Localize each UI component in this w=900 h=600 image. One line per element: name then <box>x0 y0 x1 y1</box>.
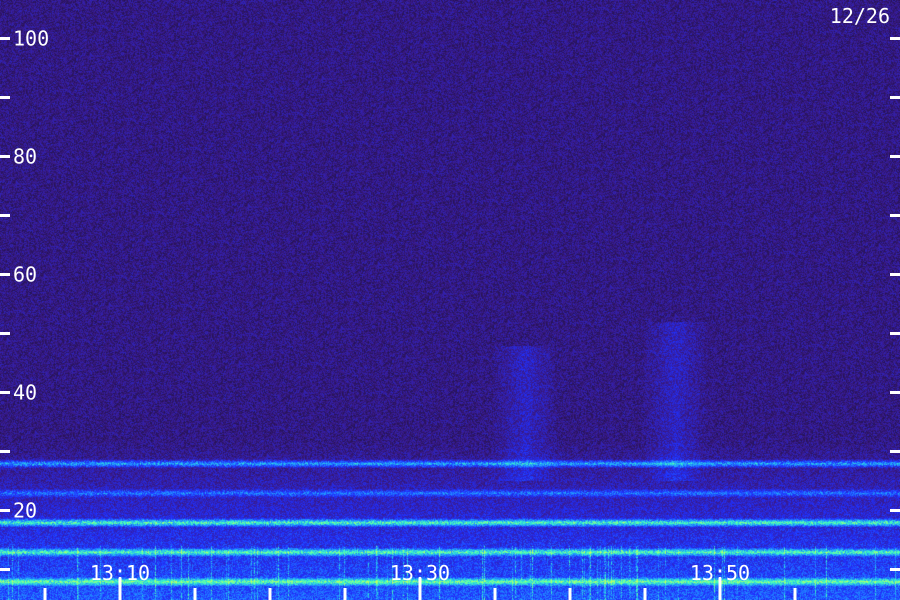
y-tick-label: 80 <box>13 145 37 169</box>
x-tick-label: 13:10 <box>90 561 150 585</box>
x-tick-label: 13:30 <box>390 561 450 585</box>
date-label: 12/26 <box>830 4 890 28</box>
spectrogram-chart: 12/26 100 80 60 40 20 13:10 13:30 13:50 <box>0 0 900 600</box>
y-tick-label: 100 <box>13 27 49 51</box>
y-axis: 100 80 60 40 20 <box>0 27 900 571</box>
y-tick-label: 40 <box>13 381 37 405</box>
y-tick-label: 20 <box>13 499 37 523</box>
x-tick-label: 13:50 <box>690 561 750 585</box>
y-tick-label: 60 <box>13 263 37 287</box>
axes-overlay: 12/26 100 80 60 40 20 13:10 13:30 13:50 <box>0 4 900 600</box>
x-axis: 13:10 13:30 13:50 <box>43 561 797 600</box>
